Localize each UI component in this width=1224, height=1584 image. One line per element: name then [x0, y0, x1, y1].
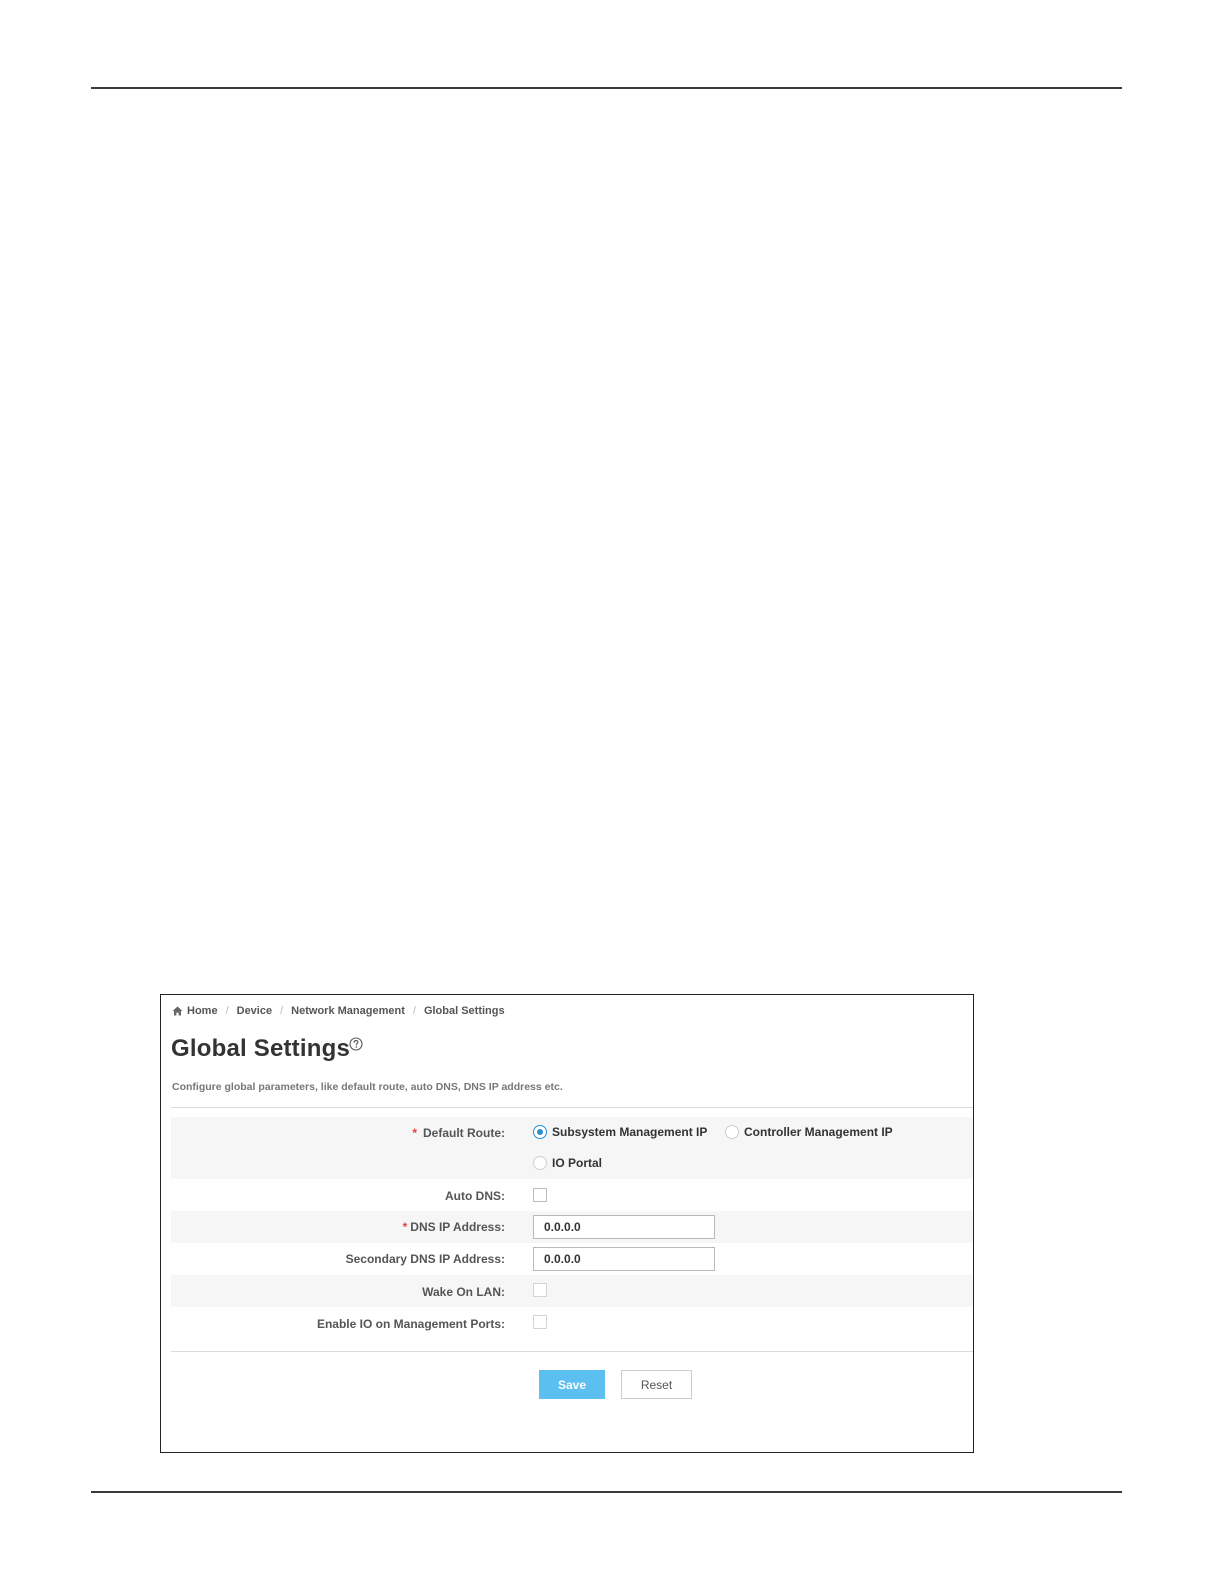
- radio-controller-management-ip[interactable]: Controller Management IP: [725, 1125, 893, 1139]
- wake-on-lan-row: Wake On LAN:: [171, 1275, 973, 1307]
- radio-subsystem-management-ip[interactable]: Subsystem Management IP: [533, 1125, 707, 1139]
- breadcrumb-separator: /: [225, 1005, 229, 1017]
- wake-on-lan-checkbox[interactable]: [533, 1283, 547, 1297]
- breadcrumb-device[interactable]: Device: [237, 1005, 272, 1017]
- secondary-dns-ip-input[interactable]: [533, 1247, 715, 1271]
- breadcrumb-separator: /: [412, 1005, 416, 1017]
- default-route-label: * Default Route:: [412, 1126, 505, 1140]
- document-page: Home / Device / Network Management / Glo…: [0, 0, 1224, 1584]
- footer-rule: [91, 1491, 1122, 1493]
- dns-ip-label: * DNS IP Address:: [403, 1220, 505, 1234]
- header-rule: [91, 87, 1122, 89]
- required-marker: *: [402, 1220, 408, 1234]
- question-circle-icon[interactable]: [349, 1037, 363, 1051]
- breadcrumb-home[interactable]: Home: [187, 1005, 218, 1017]
- breadcrumb-global-settings: Global Settings: [423, 1005, 505, 1017]
- radio-label: IO Portal: [552, 1156, 603, 1170]
- auto-dns-checkbox[interactable]: [533, 1188, 547, 1202]
- breadcrumb-network-management[interactable]: Network Management: [291, 1005, 405, 1017]
- footer-divider: [171, 1351, 973, 1352]
- breadcrumb: Home / Device / Network Management / Glo…: [172, 1005, 505, 1017]
- home-icon: [172, 1006, 183, 1016]
- auto-dns-row: Auto DNS:: [171, 1179, 973, 1211]
- default-route-row: * Default Route: Subsystem Management IP …: [171, 1117, 973, 1179]
- wake-on-lan-label: Wake On LAN:: [422, 1285, 505, 1299]
- save-button[interactable]: Save: [539, 1370, 605, 1399]
- radio-unchecked-indicator: [533, 1156, 547, 1170]
- radio-unchecked-indicator: [725, 1125, 739, 1139]
- reset-button[interactable]: Reset: [621, 1370, 692, 1399]
- default-route-label-text: Default Route:: [423, 1126, 505, 1140]
- dns-ip-row: * DNS IP Address:: [171, 1211, 973, 1243]
- page-title: Global Settings: [171, 1035, 351, 1062]
- enable-io-mgmt-row: Enable IO on Management Ports:: [171, 1307, 973, 1339]
- dns-ip-input[interactable]: [533, 1215, 715, 1239]
- radio-label: Controller Management IP: [744, 1125, 893, 1139]
- secondary-dns-ip-row: Secondary DNS IP Address:: [171, 1243, 973, 1275]
- required-marker: *: [412, 1126, 417, 1140]
- header-divider: [171, 1107, 973, 1108]
- secondary-dns-ip-label: Secondary DNS IP Address:: [345, 1252, 505, 1266]
- radio-checked-indicator: [533, 1125, 547, 1139]
- global-settings-screenshot: Home / Device / Network Management / Glo…: [160, 994, 974, 1453]
- enable-io-mgmt-checkbox[interactable]: [533, 1315, 547, 1329]
- dns-ip-label-text: DNS IP Address:: [410, 1220, 505, 1234]
- enable-io-mgmt-label: Enable IO on Management Ports:: [316, 1317, 505, 1331]
- radio-label: Subsystem Management IP: [552, 1125, 708, 1139]
- radio-io-portal[interactable]: IO Portal: [533, 1156, 602, 1170]
- page-description: Configure global parameters, like defaul…: [172, 1081, 563, 1093]
- auto-dns-label: Auto DNS:: [445, 1189, 505, 1203]
- breadcrumb-separator: /: [280, 1005, 284, 1017]
